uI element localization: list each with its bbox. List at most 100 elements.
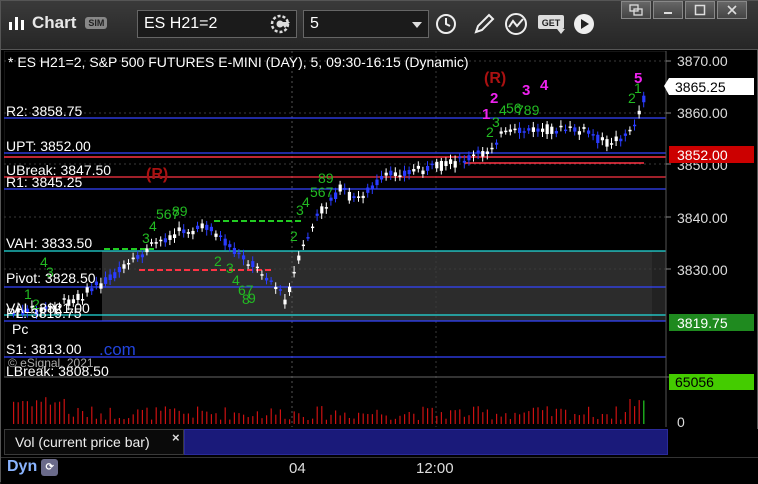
volume-bar	[197, 406, 199, 424]
price-chart[interactable]: 56789 34 43 12 23 467 89 23 4567 89 23 4…	[4, 51, 754, 427]
clock-icon	[436, 14, 456, 34]
play-button[interactable]	[571, 11, 597, 37]
axis-tick: 3870.00	[677, 53, 728, 69]
volume-bar	[298, 413, 300, 424]
draw-tool-button[interactable]	[471, 11, 497, 37]
volume-bar	[542, 410, 544, 424]
candle-body	[283, 299, 287, 305]
volume-bar	[482, 412, 484, 424]
volume-bar	[588, 406, 590, 424]
candle-body	[223, 238, 227, 246]
candle-body	[481, 151, 485, 157]
td-label: 89	[318, 170, 334, 186]
volume-bar	[335, 410, 337, 424]
dyn-label: Dyn	[7, 458, 38, 475]
volume-bar	[128, 418, 130, 424]
volume-bar	[312, 418, 314, 424]
close-study-icon[interactable]: ×	[172, 430, 180, 445]
candle-body	[642, 95, 646, 103]
candle-body	[150, 242, 154, 244]
volume-bar	[36, 400, 38, 424]
candle-body	[435, 161, 439, 169]
volume-bar	[243, 414, 245, 424]
volume-bar	[123, 419, 125, 424]
volume-bar	[86, 416, 88, 424]
pencil-icon	[474, 13, 495, 34]
candle-body	[104, 277, 108, 284]
candle-body	[389, 170, 393, 176]
volume-study-tab[interactable]: Vol (current price bar)	[4, 429, 184, 455]
volume-bar	[72, 416, 74, 424]
time-axis[interactable]: Dyn ⟳ 04 12:00	[1, 457, 758, 484]
volume-bar	[578, 415, 580, 424]
candle-body	[228, 244, 232, 248]
volume-bar	[261, 418, 263, 424]
volume-bar	[224, 407, 226, 424]
volume-bar	[59, 401, 61, 424]
value-area-box	[102, 251, 654, 321]
candle-body	[219, 235, 223, 238]
gear-icon	[270, 14, 290, 34]
time-template-button[interactable]	[433, 11, 459, 37]
close-button[interactable]	[717, 1, 747, 19]
app-title: Chart SIM	[7, 13, 108, 33]
candle-body	[416, 165, 420, 169]
volume-bar	[210, 414, 212, 424]
volume-bar	[137, 409, 139, 424]
volume-study-label: Vol (current price bar)	[15, 434, 150, 450]
pc-label: Pc	[12, 321, 28, 337]
volume-bar	[293, 411, 295, 424]
volume-bar	[289, 419, 291, 424]
get-data-button[interactable]: GET	[537, 11, 567, 37]
volume-bar	[229, 419, 231, 424]
upt-label: UPT: 3852.00	[6, 138, 91, 154]
volume-bar	[551, 416, 553, 424]
candle-body	[361, 195, 365, 199]
link-button[interactable]	[621, 1, 651, 19]
interval-combobox[interactable]: 5	[303, 10, 429, 38]
candle-body	[444, 161, 448, 167]
volume-bar	[275, 414, 277, 424]
volume-bar	[390, 419, 392, 424]
volume-bar	[284, 418, 286, 424]
minimize-button[interactable]	[653, 1, 683, 19]
candle-body	[458, 156, 462, 159]
volume-bar	[252, 416, 254, 424]
volume-bar	[601, 413, 603, 424]
s1-label: S1: 3813.00	[6, 341, 82, 357]
candle-body	[421, 170, 425, 175]
link-window-icon	[629, 4, 643, 16]
candle-body	[559, 125, 563, 128]
candle-body	[177, 227, 181, 232]
pl-label: PL: 3819.75	[6, 305, 82, 321]
volume-bar	[514, 412, 516, 424]
volume-bar	[325, 419, 327, 424]
candle-body	[347, 191, 351, 201]
candle-body	[476, 150, 480, 154]
maximize-button[interactable]	[685, 1, 715, 19]
candle-body	[191, 230, 195, 235]
volume-bar	[413, 413, 415, 424]
candle-body	[508, 129, 512, 132]
watermark-copyright: © eSignal, 2021	[8, 356, 94, 370]
candle-body	[531, 127, 535, 132]
volume-bar	[422, 406, 424, 424]
candle-body	[637, 110, 641, 115]
candle-body	[301, 244, 305, 247]
candle-body	[140, 254, 144, 258]
candle-body	[375, 179, 379, 186]
candle-body	[633, 124, 637, 127]
candle-body	[163, 238, 167, 243]
r2-label: R2: 3858.75	[6, 103, 82, 119]
candle-body	[122, 264, 126, 269]
dynamic-mode[interactable]: Dyn ⟳	[7, 458, 59, 476]
candle-body	[242, 255, 246, 260]
x-tick-1200: 12:00	[416, 460, 454, 477]
volume-bar	[404, 414, 406, 424]
volume-bar	[445, 418, 447, 424]
symbol-settings-button[interactable]	[267, 11, 293, 37]
studies-button[interactable]	[503, 11, 529, 37]
candle-body	[306, 237, 310, 239]
volume-bar	[279, 409, 281, 424]
axis-tick: 3860.00	[677, 105, 728, 121]
